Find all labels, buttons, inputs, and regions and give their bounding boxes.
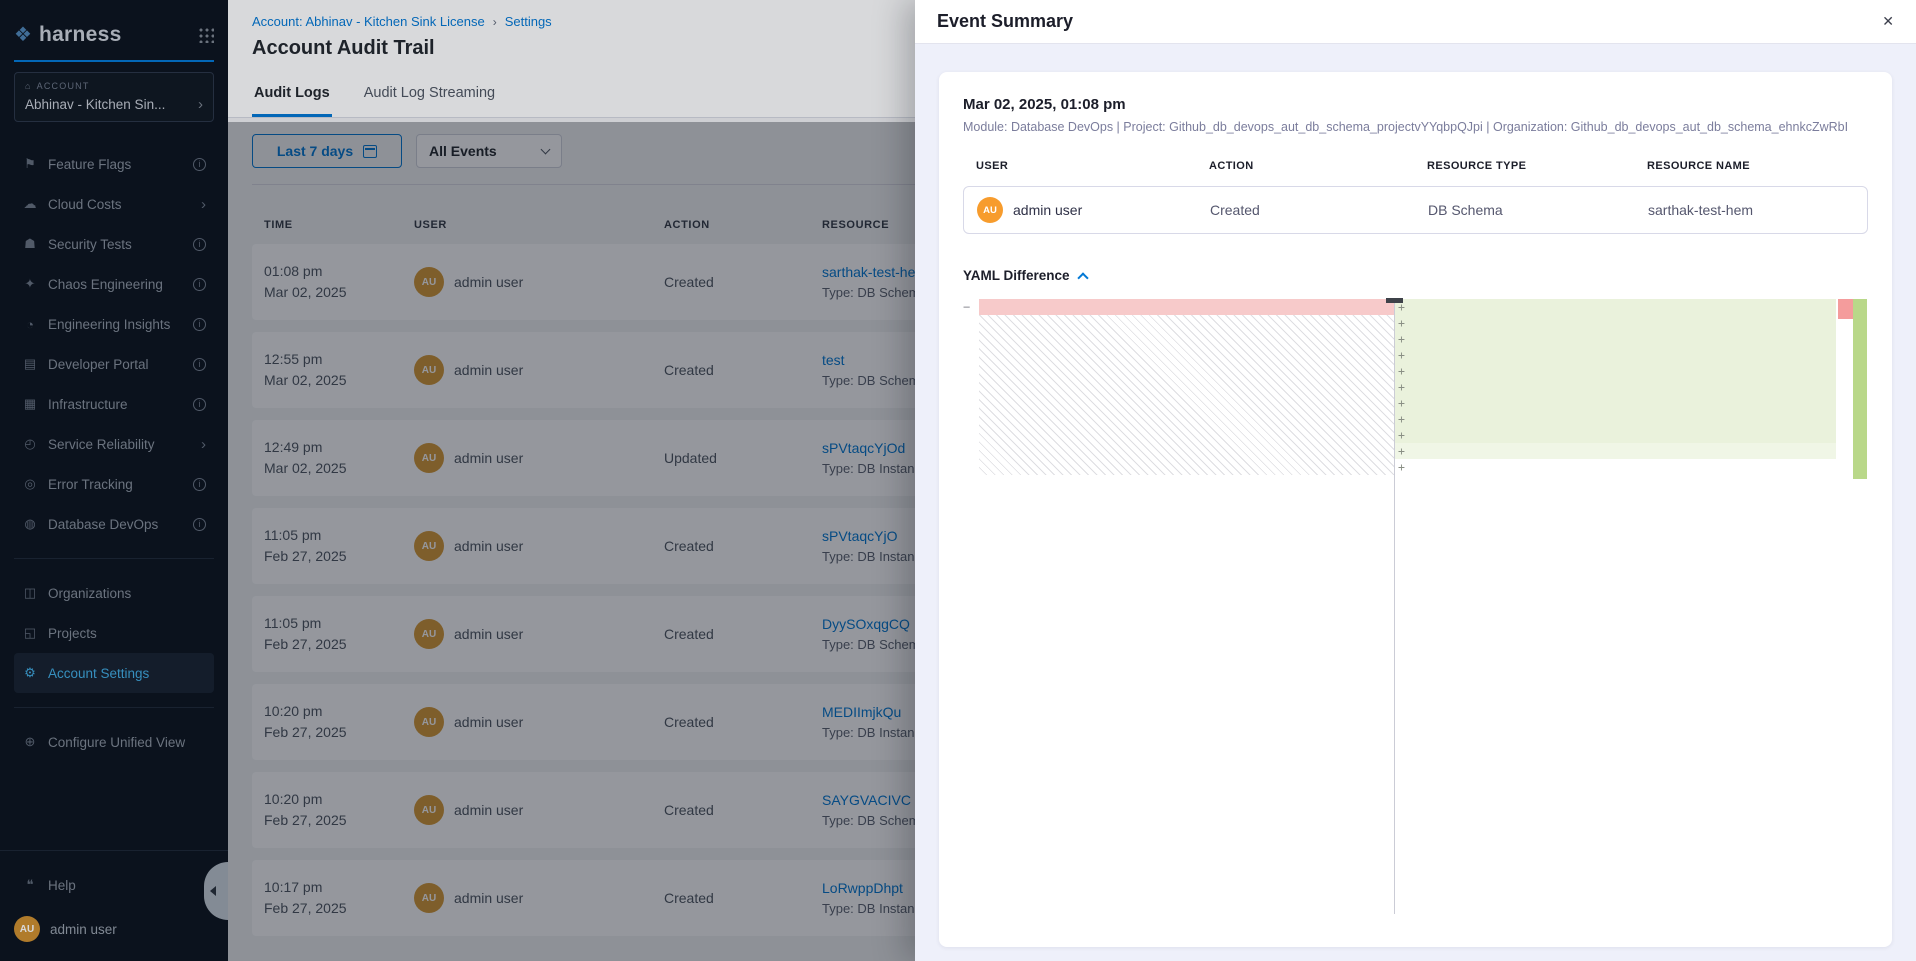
resource-type-value: DB Schema	[1428, 202, 1648, 218]
yaml-trailing-line	[1395, 459, 1836, 475]
resource-name-value: sarthak-test-hem	[1648, 202, 1867, 218]
yaml-added-line: tags:[]	[1395, 347, 1836, 363]
event-table-header: USER ACTION RESOURCE TYPE RESOURCE NAME	[963, 160, 1868, 172]
column-action: ACTION	[1209, 160, 1427, 172]
yaml-difference-toggle[interactable]: YAML Difference	[963, 268, 1868, 283]
column-resource-name: RESOURCE NAME	[1647, 160, 1868, 172]
action-value: Created	[1210, 202, 1428, 218]
user-cell: AU admin user	[977, 197, 1210, 223]
yaml-added-line: dbschema:	[1395, 299, 1836, 315]
column-user: USER	[976, 160, 1209, 172]
yaml-diff-viewer: dbschema: identifier:sarthaktesthem name…	[963, 299, 1868, 914]
yaml-added-line: identifier:sarthaktesthem	[1395, 315, 1836, 331]
event-table-row: AU admin user Created DB Schema sarthak-…	[963, 186, 1868, 234]
minimap-added-block	[1853, 299, 1867, 479]
yaml-added-line: changeLog:	[1395, 363, 1836, 379]
column-resource-type: RESOURCE TYPE	[1427, 160, 1647, 172]
event-card: Mar 02, 2025, 01:08 pm Module: Database …	[939, 72, 1892, 947]
event-meta: Module: Database DevOps | Project: Githu…	[963, 120, 1868, 134]
drawer-title: Event Summary	[937, 11, 1882, 32]
close-icon[interactable]	[1882, 13, 1894, 30]
yaml-added-line: name:sarthak-test-hem	[1395, 331, 1836, 347]
yaml-added-line: location:asdsad.yaml	[1395, 395, 1836, 411]
drawer-header: Event Summary	[915, 0, 1916, 44]
yaml-lines: dbschema: identifier:sarthaktesthem name…	[1395, 299, 1836, 443]
minimap-removed-block	[1838, 299, 1853, 319]
yaml-added-line: projectIdentifier:Github_db_devops_aut_d…	[1395, 427, 1836, 443]
yaml-added-line: connector:DbDevopsoBKpcpIfEV	[1395, 379, 1836, 395]
content-dim-overlay	[228, 122, 915, 961]
yaml-added-line: orgIdentifier:Github_db_devops_aut_db_sc…	[1395, 411, 1836, 427]
event-timestamp: Mar 02, 2025, 01:08 pm	[963, 96, 1868, 113]
app-root: harness ACCOUNT Abhinav - Kitchen Sin...…	[0, 0, 1916, 961]
yaml-difference-label: YAML Difference	[963, 268, 1070, 283]
diff-pane-old	[963, 299, 1395, 914]
chevron-up-icon	[1077, 272, 1088, 283]
avatar: AU	[977, 197, 1003, 223]
event-summary-drawer: Event Summary Mar 02, 2025, 01:08 pm Mod…	[915, 0, 1916, 961]
drawer-body: Mar 02, 2025, 01:08 pm Module: Database …	[915, 44, 1916, 961]
user-name: admin user	[1013, 202, 1082, 218]
removed-line-marker-icon	[963, 300, 970, 314]
diff-minimap[interactable]	[1838, 299, 1868, 499]
added-code-block: dbschema: identifier:sarthaktesthem name…	[1395, 299, 1836, 475]
empty-diff-hatch	[979, 315, 1394, 475]
yaml-added-empty-line	[1395, 443, 1836, 459]
removed-line-bar	[979, 299, 1394, 315]
diff-pane-new: dbschema: identifier:sarthaktesthem name…	[1395, 299, 1868, 914]
diff-position-marker	[1386, 298, 1403, 303]
